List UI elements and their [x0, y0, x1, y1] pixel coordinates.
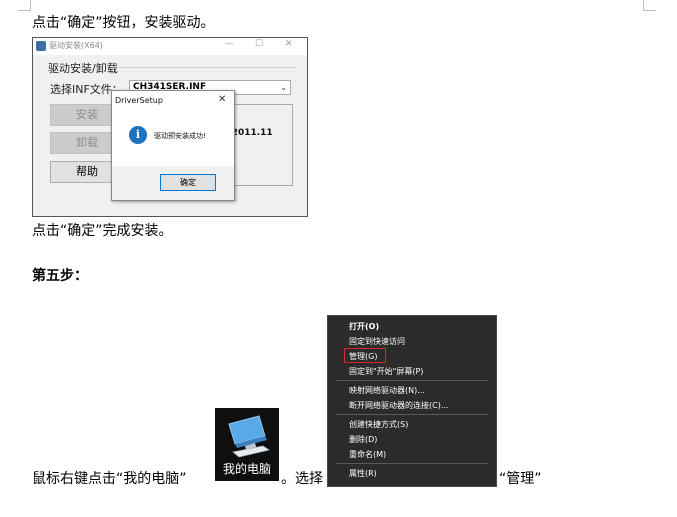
close-icon[interactable]: ✕	[285, 39, 293, 49]
step-five-heading: 第五步：	[32, 268, 88, 284]
my-computer-label: 我的电脑	[222, 462, 271, 476]
page-corner-mark-left	[18, 0, 31, 11]
menu-item-manage[interactable]: 管理(G)	[349, 351, 377, 362]
driver-install-screenshot: 驱动安装(X64) — ☐ ✕ 驱动安装/卸载 选择INF文件： CH341SE…	[32, 37, 308, 217]
menu-separator	[336, 414, 488, 415]
info-icon: i	[129, 126, 147, 144]
menu-item-create-shortcut[interactable]: 创建快捷方式(S)	[349, 419, 408, 430]
context-menu: 打开(O) 固定到快速访问 管理(G) 固定到"开始"屏幕(P) 映射网络驱动器…	[327, 315, 497, 487]
group-label-install-uninstall: 驱动安装/卸载	[48, 62, 118, 75]
menu-item-map-drive[interactable]: 映射网络驱动器(N)...	[349, 385, 425, 396]
dialog-ok-button[interactable]: 确定	[160, 174, 216, 191]
menu-item-pin-quick-access[interactable]: 固定到快速访问	[349, 336, 405, 347]
chevron-down-icon: ⌄	[280, 83, 287, 92]
menu-item-pin-start[interactable]: 固定到"开始"屏幕(P)	[349, 366, 423, 377]
app-icon	[36, 41, 46, 51]
menu-item-delete[interactable]: 删除(D)	[349, 434, 377, 445]
menu-separator	[336, 463, 488, 464]
paragraph-right-click-text: 鼠标右键点击“我的电脑”	[32, 471, 187, 487]
menu-item-rename[interactable]: 重命名(M)	[349, 449, 386, 460]
monitor-icon	[228, 415, 270, 458]
installer-titlebar: 驱动安装(X64) — ☐ ✕	[33, 38, 307, 55]
minimize-icon[interactable]: —	[225, 39, 234, 49]
maximize-icon[interactable]: ☐	[255, 39, 263, 49]
dialog-title: DriverSetup	[115, 96, 163, 105]
dialog-titlebar: DriverSetup ✕	[112, 91, 234, 111]
dialog-message: 驱动预安装成功!	[154, 132, 206, 140]
page-corner-mark-right	[643, 0, 656, 11]
paragraph-manage-text: “管理”	[499, 471, 542, 487]
dialog-body: i 驱动预安装成功!	[112, 111, 234, 166]
dialog-close-icon[interactable]: ✕	[218, 94, 226, 105]
menu-separator	[336, 380, 488, 381]
paragraph-click-ok-install: 点击“确定”按钮，安装驱动。	[32, 15, 215, 31]
my-computer-icon[interactable]: 我的电脑	[215, 408, 279, 481]
menu-item-properties[interactable]: 属性(R)	[349, 468, 377, 479]
menu-item-disconnect-drive[interactable]: 断开网络驱动器的连接(C)...	[349, 400, 448, 411]
paragraph-choose-text: 。选择	[281, 471, 323, 487]
installer-window-title: 驱动安装(X64)	[49, 41, 103, 50]
menu-item-open[interactable]: 打开(O)	[349, 321, 379, 332]
group-divider	[117, 67, 297, 68]
paragraph-complete-install: 点击“确定”完成安装。	[32, 223, 173, 239]
driver-setup-dialog: DriverSetup ✕ i 驱动预安装成功! 确定	[111, 90, 235, 201]
